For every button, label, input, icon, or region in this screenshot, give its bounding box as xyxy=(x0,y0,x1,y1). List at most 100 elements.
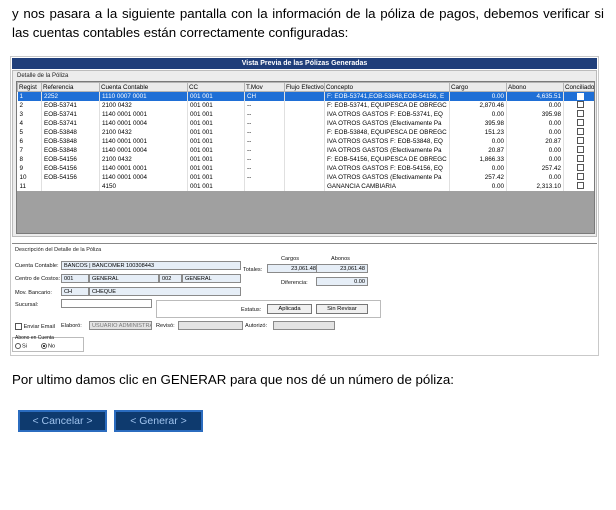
si-option[interactable]: Si xyxy=(15,343,27,349)
table-cell xyxy=(284,154,325,164)
table-cell: EOB-54156 xyxy=(41,154,100,164)
table-row[interactable]: 3 EOB-53741 1140 0001 0001 001 001 -- IVA OTR… xyxy=(17,109,594,119)
conciliado-cell[interactable] xyxy=(563,154,594,164)
table-cell: 10 xyxy=(17,172,42,182)
column-header[interactable]: T.Mov xyxy=(244,82,285,92)
cancel-button[interactable]: < Cancelar > xyxy=(18,410,107,432)
no-option[interactable]: No xyxy=(41,343,55,349)
mov-name-field[interactable]: CHEQUE xyxy=(89,287,241,296)
section-divider xyxy=(12,243,597,244)
policy-preview-window: Vista Previa de las Pólizas Generadas De… xyxy=(10,56,599,356)
policy-grid[interactable]: Regist Referencia Cuenta Contable CC T.Mov Fl… xyxy=(16,81,595,234)
table-cell xyxy=(284,109,325,119)
conciliado-checkbox[interactable] xyxy=(576,119,584,127)
table-row[interactable]: 4 EOB-53741 1140 0001 0004 001 001 -- IVA OTR… xyxy=(17,118,594,128)
table-row[interactable]: 7 EOB-53848 1140 0001 0004 001 001 -- IVA OTR… xyxy=(17,145,594,155)
table-cell: 1110 0007 0001 xyxy=(99,91,188,101)
table-row[interactable]: 5 EOB-53848 2100 0432 001 001 -- F: EOB-53848… xyxy=(17,127,594,137)
centro-code-field-1[interactable]: 001 xyxy=(61,274,89,283)
sucursal-field[interactable] xyxy=(61,299,152,308)
conciliado-cell[interactable] xyxy=(563,136,594,146)
enviar-email-checkbox[interactable] xyxy=(15,323,22,330)
mov-code-field[interactable]: CH xyxy=(61,287,89,296)
table-cell: 001 001 xyxy=(187,154,245,164)
table-cell: 395.98 xyxy=(506,109,564,119)
table-cell: -- xyxy=(244,163,285,173)
no-radio[interactable] xyxy=(41,343,47,349)
table-row[interactable]: 11 4150 001 001 GANANCIA CAMBIARIA 0.00 2,313… xyxy=(17,181,594,191)
table-cell: 2100 0432 xyxy=(99,100,188,110)
column-header[interactable]: Conciliado xyxy=(563,82,594,92)
no-label: No xyxy=(48,343,56,350)
conciliado-checkbox[interactable] xyxy=(576,92,584,100)
table-row[interactable]: 8 EOB-54156 2100 0432 001 001 -- F: EOB-54156… xyxy=(17,154,594,164)
table-cell: 2,870.46 xyxy=(449,100,507,110)
table-cell xyxy=(244,181,285,191)
aplicada-button[interactable]: Aplicada xyxy=(267,304,312,314)
conciliado-cell[interactable] xyxy=(563,163,594,173)
conciliado-checkbox[interactable] xyxy=(576,155,584,163)
table-cell: 001 001 xyxy=(187,163,245,173)
table-row[interactable]: 10 EOB-54156 1140 0001 0004 001 001 -- IVA OT… xyxy=(17,172,594,182)
column-header[interactable]: Abono xyxy=(506,82,564,92)
centro-code-field-2[interactable]: 002 xyxy=(159,274,182,283)
reviso-field[interactable] xyxy=(178,321,243,330)
conciliado-checkbox[interactable] xyxy=(576,128,584,136)
centro-name-field-2[interactable]: GENERAL xyxy=(182,274,241,283)
table-row[interactable]: 9 EOB-54156 1140 0001 0001 001 001 -- IVA OTR… xyxy=(17,163,594,173)
table-cell: 1140 0001 0004 xyxy=(99,118,188,128)
enviar-email-label: Enviar Email xyxy=(23,323,55,330)
conciliado-cell[interactable] xyxy=(563,145,594,155)
column-header[interactable]: Cargo xyxy=(449,82,507,92)
column-header[interactable]: Regist xyxy=(17,82,42,92)
table-cell: 151.23 xyxy=(449,127,507,137)
centro-name-field-1[interactable]: GENERAL xyxy=(89,274,159,283)
si-radio[interactable] xyxy=(15,343,21,349)
table-cell xyxy=(284,136,325,146)
table-cell: 2100 0432 xyxy=(99,154,188,164)
table-cell: 257.42 xyxy=(449,172,507,182)
conciliado-checkbox[interactable] xyxy=(576,101,584,109)
conciliado-checkbox[interactable] xyxy=(576,173,584,181)
column-header[interactable]: Concepto xyxy=(324,82,450,92)
column-header[interactable]: Flujo Efectivo xyxy=(284,82,325,92)
conciliado-cell[interactable] xyxy=(563,118,594,128)
elaboro-field[interactable]: USUARIO ADMINISTRAC xyxy=(89,321,152,330)
table-cell: 001 001 xyxy=(187,136,245,146)
conciliado-checkbox[interactable] xyxy=(576,182,584,190)
table-row[interactable]: 2 EOB-53741 2100 0432 001 001 -- F: EOB-53741… xyxy=(17,100,594,110)
autorizo-field[interactable] xyxy=(273,321,335,330)
conciliado-cell[interactable] xyxy=(563,127,594,137)
conciliado-cell[interactable] xyxy=(563,181,594,191)
table-cell: 001 001 xyxy=(187,145,245,155)
table-row[interactable]: 6 EOB-53848 1140 0001 0001 001 001 -- IVA OTR… xyxy=(17,136,594,146)
conciliado-checkbox[interactable] xyxy=(576,110,584,118)
conciliado-cell[interactable] xyxy=(563,100,594,110)
table-cell: 4 xyxy=(17,118,42,128)
table-cell: 2252 xyxy=(41,91,100,101)
cuenta-contable-field[interactable]: BANCOS | BANCOMER 100308443 xyxy=(61,261,241,270)
column-header[interactable]: Referencia xyxy=(41,82,100,92)
conciliado-cell[interactable] xyxy=(563,91,594,101)
table-cell: 20.87 xyxy=(449,145,507,155)
generate-button[interactable]: < Generar > xyxy=(114,410,203,432)
table-cell: -- xyxy=(244,154,285,164)
table-cell: 1,866.33 xyxy=(449,154,507,164)
sin-revisar-button[interactable]: Sin Revisar xyxy=(316,304,368,314)
column-header[interactable]: CC xyxy=(187,82,245,92)
table-cell xyxy=(284,181,325,191)
table-cell: EOB-54156 xyxy=(41,172,100,182)
table-cell: 3 xyxy=(17,109,42,119)
conciliado-checkbox[interactable] xyxy=(576,137,584,145)
reviso-label: Revisó: xyxy=(156,323,175,329)
column-header[interactable]: Cuenta Contable xyxy=(99,82,188,92)
enviar-email-row[interactable]: Enviar Email xyxy=(15,323,55,330)
si-label: Si xyxy=(22,343,27,350)
estatus-label: Estatus: xyxy=(241,307,262,313)
table-row[interactable]: 1 2252 1110 0007 0001 001 001 CH F: EOB-53741… xyxy=(17,91,594,101)
conciliado-checkbox[interactable] xyxy=(576,164,584,172)
table-cell: 4,635.51 xyxy=(506,91,564,101)
conciliado-cell[interactable] xyxy=(563,109,594,119)
conciliado-checkbox[interactable] xyxy=(576,146,584,154)
conciliado-cell[interactable] xyxy=(563,172,594,182)
